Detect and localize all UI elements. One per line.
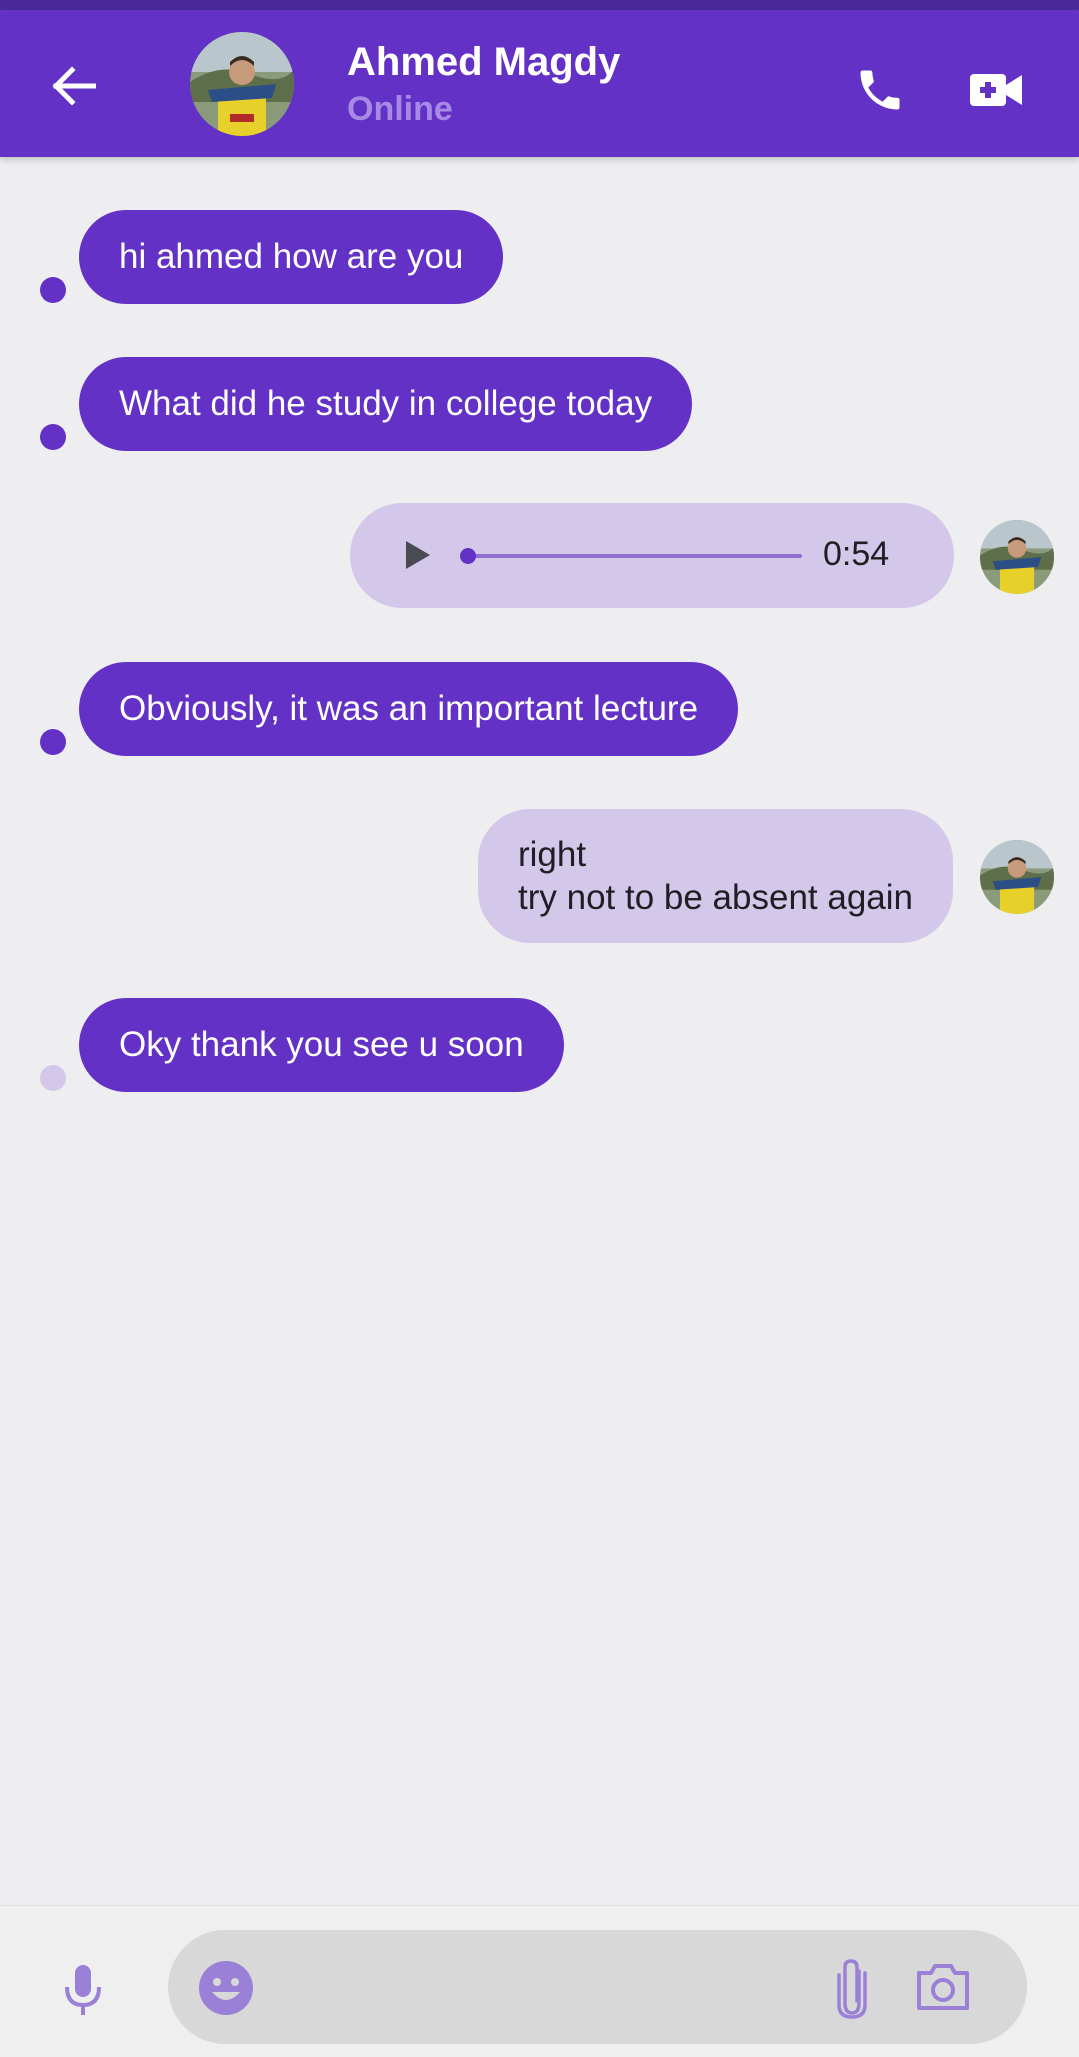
incoming-message[interactable]: What did he study in college today — [79, 357, 693, 451]
voice-message[interactable]: 0:54 — [350, 503, 954, 608]
contact-avatar[interactable] — [190, 32, 294, 136]
message-composer — [0, 1905, 1079, 2057]
status-bar — [0, 0, 1079, 10]
message-text-line: right — [518, 835, 587, 874]
message-input[interactable] — [278, 1952, 838, 2022]
contact-name: Ahmed Magdy — [347, 40, 621, 84]
chat-header: Ahmed Magdy Online — [0, 10, 1079, 157]
attach-button[interactable] — [830, 1954, 874, 2022]
video-call-button[interactable] — [962, 56, 1030, 124]
phone-icon — [860, 70, 900, 110]
incoming-message[interactable]: Oky thank you see u soon — [79, 998, 564, 1092]
outgoing-message[interactable]: right try not to be absent again — [478, 809, 953, 943]
emoji-button[interactable] — [198, 1960, 254, 2016]
read-status-dot — [40, 277, 66, 303]
message-text: What did he study in college today — [119, 384, 653, 423]
audio-duration: 0:54 — [823, 535, 890, 573]
play-icon — [406, 541, 430, 569]
sender-photo — [980, 520, 1054, 594]
video-camera-icon — [970, 74, 1022, 106]
sender-photo — [980, 840, 1054, 914]
audio-progress-handle[interactable] — [460, 548, 476, 564]
voice-record-button[interactable] — [58, 1960, 108, 2020]
read-status-dot — [40, 424, 66, 450]
incoming-message[interactable]: hi ahmed how are you — [79, 210, 504, 304]
incoming-message[interactable]: Obviously, it was an important lecture — [79, 662, 739, 756]
emoji-icon — [199, 1961, 253, 2015]
message-text: Oky thank you see u soon — [119, 1025, 524, 1064]
pending-status-dot — [40, 1065, 66, 1091]
contact-photo — [190, 32, 294, 136]
message-text: Obviously, it was an important lecture — [119, 689, 699, 728]
message-text-line: try not to be absent again — [518, 878, 913, 917]
read-status-dot — [40, 729, 66, 755]
sender-avatar — [980, 520, 1054, 594]
sender-avatar — [980, 840, 1054, 914]
message-text: hi ahmed how are you — [119, 237, 464, 276]
message-input-container — [168, 1930, 1027, 2044]
paperclip-icon — [837, 1959, 867, 2019]
back-button[interactable] — [40, 56, 106, 116]
arrow-left-icon — [52, 66, 96, 106]
contact-status: Online — [347, 90, 453, 128]
camera-button[interactable] — [914, 1962, 972, 2012]
play-button[interactable] — [398, 535, 438, 575]
camera-icon — [917, 1964, 969, 2010]
audio-progress-track[interactable] — [460, 548, 802, 564]
microphone-icon — [65, 1965, 101, 2015]
voice-call-button[interactable] — [846, 56, 914, 124]
